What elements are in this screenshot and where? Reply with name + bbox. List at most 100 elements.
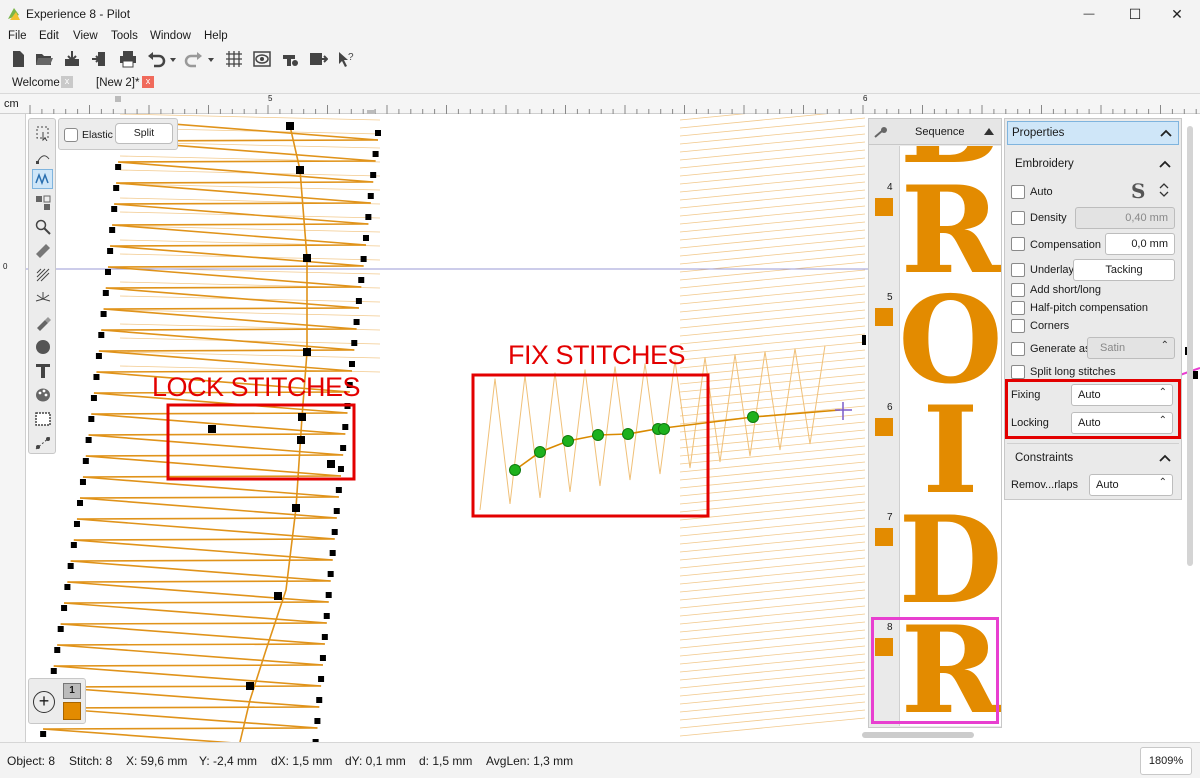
close-button[interactable]: ✕ (1154, 0, 1200, 28)
paint-tool[interactable] (32, 313, 53, 333)
chevron-updown-icon: ⌃ (1158, 387, 1167, 398)
menu-view[interactable]: View (73, 30, 98, 42)
minimize-button[interactable]: — (1066, 0, 1112, 28)
menu-window[interactable]: Window (150, 30, 191, 42)
tab-new-2[interactable]: [New 2]* (92, 75, 143, 94)
generate-as-checkbox[interactable] (1011, 342, 1025, 356)
sequence-row[interactable]: 4 R (869, 176, 1001, 286)
sequence-scrollbar[interactable] (862, 732, 974, 738)
split-long-checkbox[interactable] (1011, 365, 1025, 379)
zoom-tool[interactable] (32, 217, 53, 237)
circle-tool[interactable] (32, 337, 53, 357)
preview-icon[interactable] (252, 49, 272, 69)
sequence-preview: D (899, 506, 1001, 616)
sequence-number: 5 (887, 292, 893, 303)
machine-icon[interactable] (280, 49, 300, 69)
corners-checkbox[interactable] (1011, 319, 1025, 333)
menu-tools[interactable]: Tools (111, 30, 138, 42)
thread-color-swatch[interactable] (63, 702, 81, 720)
underlay-tacking-button[interactable]: Tacking (1073, 259, 1175, 281)
add-short-long-checkbox[interactable] (1011, 283, 1025, 297)
density-field[interactable]: 0,40 mm (1075, 207, 1175, 229)
frame-icon (34, 412, 51, 426)
auto-checkbox[interactable] (1011, 185, 1025, 199)
half-pitch-checkbox[interactable] (1011, 301, 1025, 315)
selection-tool[interactable] (32, 123, 53, 143)
zoom-level-field[interactable]: 1809% (1140, 747, 1192, 775)
fill-tool[interactable] (32, 265, 53, 285)
properties-scrollbar[interactable] (1187, 126, 1193, 566)
stitch-style-icon[interactable]: S (1131, 179, 1145, 203)
fill-icon (36, 268, 49, 282)
generate-as-select[interactable]: Satin ⌃ (1087, 337, 1175, 359)
sequence-row[interactable]: B (869, 146, 1001, 176)
sequence-row[interactable]: 7 D (869, 506, 1001, 616)
properties-header[interactable]: Properties (1007, 121, 1179, 145)
zoom-icon (35, 219, 51, 235)
undo-dropdown-icon[interactable] (168, 49, 178, 69)
status-stitch: Stitch: 8 (69, 754, 113, 768)
measure-icon (35, 244, 50, 258)
chevron-updown-icon: ⌃ (1160, 340, 1169, 351)
underlay-checkbox[interactable] (1011, 263, 1025, 277)
stepper-icon[interactable] (1159, 183, 1169, 197)
constraints-section-header[interactable]: Constraints (1007, 443, 1179, 469)
stitch-edit-tool[interactable] (32, 169, 53, 189)
help-icon[interactable]: ? (336, 49, 356, 69)
sequence-preview: O (899, 286, 1001, 396)
new-file-icon[interactable] (8, 49, 28, 69)
elastic-checkbox[interactable] (64, 128, 78, 142)
export-icon[interactable] (90, 49, 110, 69)
thread-color-swatch[interactable] (875, 528, 893, 546)
tab-welcome[interactable]: Welcome (8, 75, 64, 94)
collapse-up-icon[interactable] (983, 126, 995, 136)
frame-tool[interactable] (32, 409, 53, 429)
locking-select[interactable]: Auto ⌃ (1071, 412, 1173, 434)
measure-tool[interactable] (32, 241, 53, 261)
pin-icon[interactable] (873, 125, 889, 139)
print-icon[interactable] (118, 49, 138, 69)
text-tool[interactable] (32, 361, 53, 381)
document-tabs: Welcome x [New 2]* x (0, 72, 1200, 94)
import-icon[interactable] (62, 49, 82, 69)
maximize-button[interactable]: ☐ (1112, 0, 1158, 28)
sequence-row[interactable]: 5 O (869, 286, 1001, 396)
embroidery-section-header[interactable]: Embroidery (1007, 151, 1179, 177)
generate-as-label: Generate as: (1030, 343, 1094, 355)
add-icon[interactable]: + (33, 691, 55, 713)
density-checkbox[interactable] (1011, 211, 1025, 225)
undo-icon[interactable] (146, 49, 166, 69)
tab-new-2-close-icon[interactable]: x (142, 76, 154, 88)
menu-file[interactable]: File (8, 30, 27, 42)
density-label: Density (1030, 212, 1067, 224)
tab-welcome-close-icon[interactable]: x (61, 76, 73, 88)
fixing-value: Auto (1078, 389, 1101, 401)
compensation-checkbox[interactable] (1011, 237, 1025, 251)
page-number[interactable]: 1 (63, 683, 81, 699)
path-tool[interactable] (32, 433, 53, 453)
chevron-up-icon (1159, 160, 1171, 168)
send-icon[interactable] (308, 49, 328, 69)
grid-icon[interactable] (224, 49, 244, 69)
thread-color-swatch[interactable] (875, 198, 893, 216)
menu-help[interactable]: Help (204, 30, 228, 42)
open-folder-icon[interactable] (34, 49, 54, 69)
thread-color-swatch[interactable] (875, 308, 893, 326)
node-edit-tool[interactable] (32, 147, 53, 167)
compensation-field[interactable]: 0,0 mm (1105, 233, 1175, 255)
text-icon (35, 364, 50, 378)
fixing-select[interactable]: Auto ⌃ (1071, 384, 1173, 406)
redo-dropdown-icon[interactable] (206, 49, 216, 69)
split-button[interactable]: Split (115, 123, 173, 144)
sequence-tool[interactable] (32, 193, 53, 213)
thread-color-swatch[interactable] (875, 418, 893, 436)
path-icon (35, 436, 50, 450)
menu-edit[interactable]: Edit (39, 30, 59, 42)
redo-icon[interactable] (184, 49, 204, 69)
sequence-row[interactable]: 6 I (869, 396, 1001, 506)
remove-overlaps-select[interactable]: Auto ⌃ (1089, 474, 1173, 496)
burst-tool[interactable] (32, 289, 53, 309)
chevron-updown-icon: ⌃ (1158, 415, 1167, 426)
status-bar: Object: 8 Stitch: 8 X: 59,6 mm Y: -2,4 m… (0, 742, 1200, 778)
palette-tool[interactable] (32, 385, 53, 405)
